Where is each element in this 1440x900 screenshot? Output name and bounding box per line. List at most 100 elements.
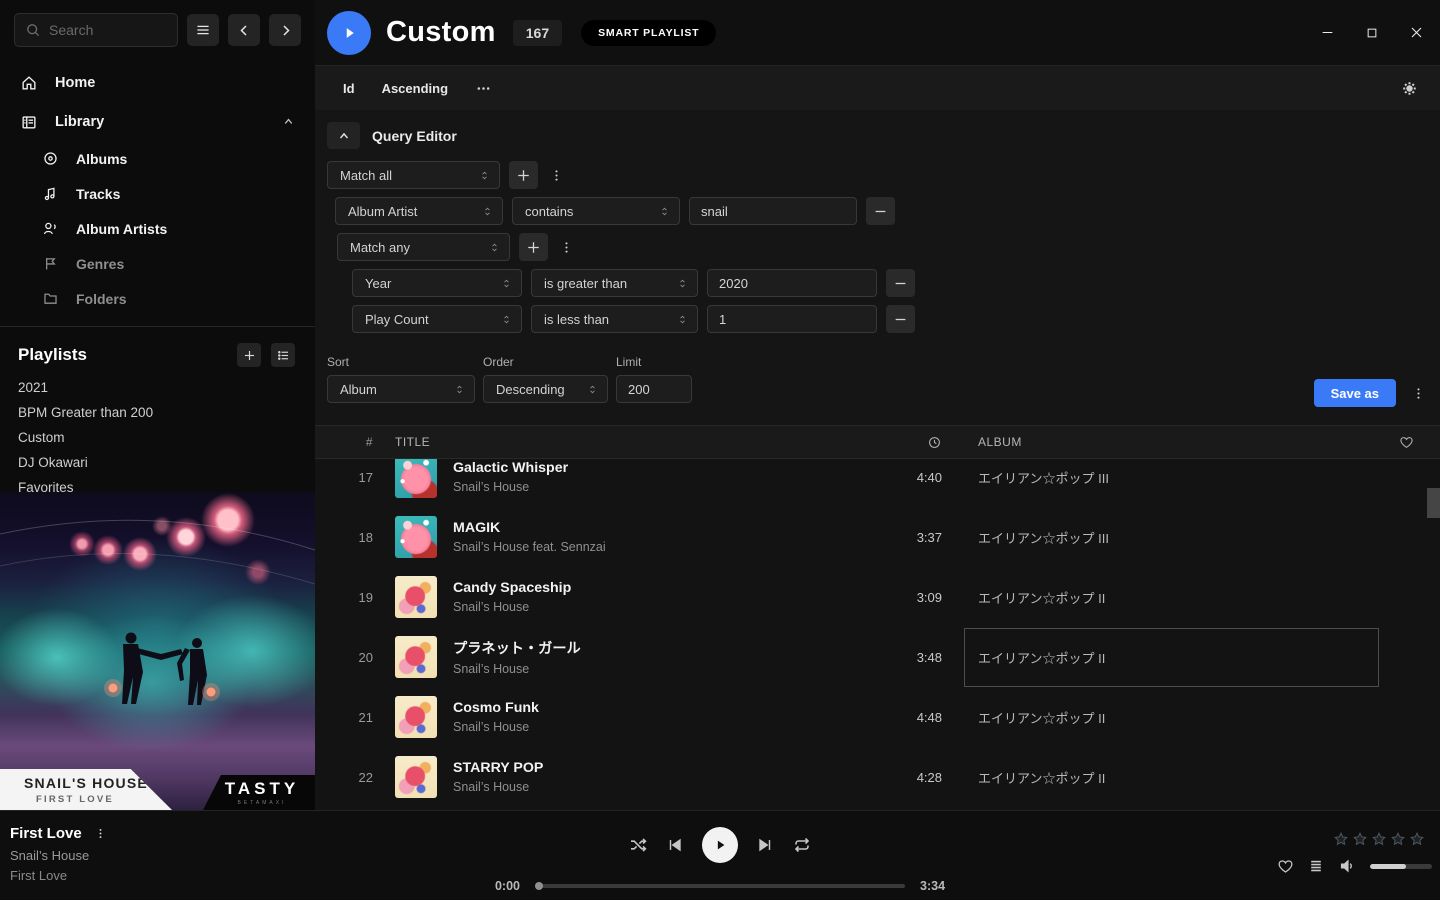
rule-field-select[interactable]: Play Count	[352, 305, 522, 333]
playlist-item[interactable]: Custom	[0, 425, 315, 450]
sidebar-item-home[interactable]: Home	[20, 63, 295, 102]
playlist-list-button[interactable]	[271, 343, 295, 367]
more-vertical-icon[interactable]	[557, 240, 576, 255]
menu-button[interactable]	[187, 14, 219, 46]
volume-icon[interactable]	[1338, 857, 1356, 875]
order-select[interactable]: Descending	[483, 375, 608, 403]
table-row[interactable]: 22 STARRY POPSnail’s House 4:28 エイリアン☆ポッ…	[315, 747, 1440, 807]
sort-field-button[interactable]: Id	[343, 81, 355, 96]
select-value: Year	[365, 276, 391, 291]
select-caret-icon	[500, 313, 513, 326]
play-playlist-button[interactable]	[327, 11, 371, 55]
scrollbar-thumb[interactable]	[1427, 488, 1440, 518]
home-icon	[20, 74, 38, 92]
rule-value-input[interactable]	[707, 269, 877, 297]
sidebar-item-library[interactable]: Library	[20, 102, 295, 141]
seek-bar[interactable]	[535, 884, 905, 888]
sidebar-item-folders[interactable]: Folders	[42, 281, 295, 316]
sidebar-item-label: Home	[55, 75, 95, 91]
add-playlist-button[interactable]	[237, 343, 261, 367]
volume-slider[interactable]	[1370, 864, 1432, 869]
seek-knob[interactable]	[535, 882, 543, 890]
track-duration: 3:48	[917, 650, 942, 665]
add-rule-button-2[interactable]	[519, 233, 548, 261]
match-type-select-1[interactable]: Match all	[327, 161, 500, 189]
search-input[interactable]	[14, 13, 178, 47]
star-icon[interactable]	[1390, 831, 1406, 847]
star-icon[interactable]	[1333, 831, 1349, 847]
star-icon[interactable]	[1371, 831, 1387, 847]
track-album: エイリアン☆ポップ III	[978, 468, 1378, 487]
select-value: Album	[340, 382, 377, 397]
rule-value-input[interactable]	[689, 197, 857, 225]
search-field[interactable]	[49, 22, 167, 38]
match-type-select-2[interactable]: Match any	[337, 233, 510, 261]
star-icon[interactable]	[1409, 831, 1425, 847]
column-header-title[interactable]: TITLE	[395, 435, 822, 449]
table-row[interactable]: 19 Candy SpaceshipSnail’s House 3:09 エイリ…	[315, 567, 1440, 627]
nav-back-button[interactable]	[228, 14, 260, 46]
shuffle-icon[interactable]	[628, 835, 648, 855]
sidebar-item-albums[interactable]: Albums	[42, 141, 295, 176]
minimize-button[interactable]	[1320, 25, 1335, 40]
sidebar-item-label: Albums	[76, 151, 127, 167]
save-as-button[interactable]: Save as	[1314, 379, 1396, 407]
table-row[interactable]: 18 MAGIKSnail’s House feat. Sennzai 3:37…	[315, 507, 1440, 567]
more-vertical-icon[interactable]	[1409, 386, 1428, 401]
play-button[interactable]	[702, 827, 738, 863]
playlist-item[interactable]: DJ Okawari	[0, 450, 315, 475]
favorite-heart-icon[interactable]	[1277, 858, 1294, 875]
remove-rule-button[interactable]	[886, 269, 915, 297]
queue-icon[interactable]	[1308, 858, 1324, 874]
column-header-index[interactable]: #	[366, 435, 373, 449]
album-thumbnail	[395, 756, 437, 798]
clock-icon[interactable]	[927, 435, 942, 450]
track-number: 22	[359, 770, 373, 785]
track-title: Candy Spaceship	[453, 580, 822, 596]
nav-forward-button[interactable]	[269, 14, 301, 46]
track-artist: Snail’s House	[453, 662, 822, 676]
now-playing-artist[interactable]: Snail’s House	[10, 848, 109, 863]
track-number: 18	[359, 530, 373, 545]
sidebar-item-album-artists[interactable]: Album Artists	[42, 211, 295, 246]
track-title: プラネット・ガール	[453, 638, 822, 658]
rule-operator-select[interactable]: is less than	[531, 305, 698, 333]
column-header-album[interactable]: ALBUM	[978, 435, 1378, 449]
sort-select[interactable]: Album	[327, 375, 475, 403]
rule-field-select[interactable]: Album Artist	[335, 197, 503, 225]
more-vertical-icon[interactable]	[547, 168, 566, 183]
rule-value-input[interactable]	[707, 305, 877, 333]
repeat-icon[interactable]	[792, 835, 812, 855]
maximize-button[interactable]	[1365, 26, 1379, 40]
remove-rule-button[interactable]	[886, 305, 915, 333]
skip-forward-icon[interactable]	[756, 836, 774, 854]
skip-back-icon[interactable]	[666, 836, 684, 854]
playlist-item[interactable]: BPM Greater than 200	[0, 400, 315, 425]
table-row[interactable]: 17 Galactic WhisperSnail’s House 4:40 エイ…	[315, 459, 1440, 507]
remove-rule-button[interactable]	[866, 197, 895, 225]
star-icon[interactable]	[1352, 831, 1368, 847]
sort-order-button[interactable]: Ascending	[382, 81, 448, 96]
more-vertical-icon[interactable]	[92, 827, 109, 840]
rule-operator-select[interactable]: contains	[512, 197, 680, 225]
order-label: Order	[483, 355, 608, 369]
playlist-item[interactable]: 2021	[0, 375, 315, 400]
track-duration: 3:09	[917, 590, 942, 605]
table-row[interactable]: 20 プラネット・ガールSnail’s House 3:48 エイリアン☆ポップ…	[315, 627, 1440, 687]
collapse-query-editor-button[interactable]	[327, 122, 360, 149]
chevron-up-icon[interactable]	[282, 115, 295, 128]
add-rule-button-1[interactable]	[509, 161, 538, 189]
heart-icon[interactable]	[1399, 435, 1440, 450]
limit-input[interactable]	[616, 375, 692, 403]
rule-operator-select[interactable]: is greater than	[531, 269, 698, 297]
sidebar-item-tracks[interactable]: Tracks	[42, 176, 295, 211]
sidebar-item-genres[interactable]: Genres	[42, 246, 295, 281]
more-horizontal-icon[interactable]	[475, 80, 492, 97]
now-playing-track[interactable]: First Love	[10, 825, 82, 842]
select-value: Match any	[350, 240, 410, 255]
close-button[interactable]	[1409, 25, 1424, 40]
rule-field-select[interactable]: Year	[352, 269, 522, 297]
table-row[interactable]: 21 Cosmo FunkSnail’s House 4:48 エイリアン☆ポッ…	[315, 687, 1440, 747]
gear-icon[interactable]	[1401, 80, 1418, 97]
sidebar: Home Library Albums	[0, 0, 315, 810]
